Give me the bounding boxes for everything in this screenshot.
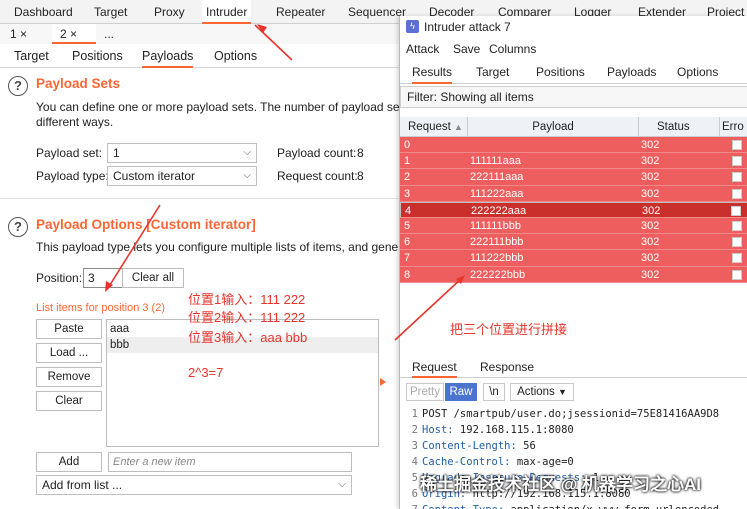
watermark-text: 稀土掘金技术社区 @ 机器学习之心AI — [420, 475, 702, 494]
annotation-arrows — [105, 24, 465, 386]
arrow-to-intruder-tab — [254, 24, 293, 61]
arrow-to-payload-type — [107, 204, 161, 289]
collapse-arrow-icon — [380, 378, 386, 386]
arrow-to-results — [394, 277, 463, 341]
